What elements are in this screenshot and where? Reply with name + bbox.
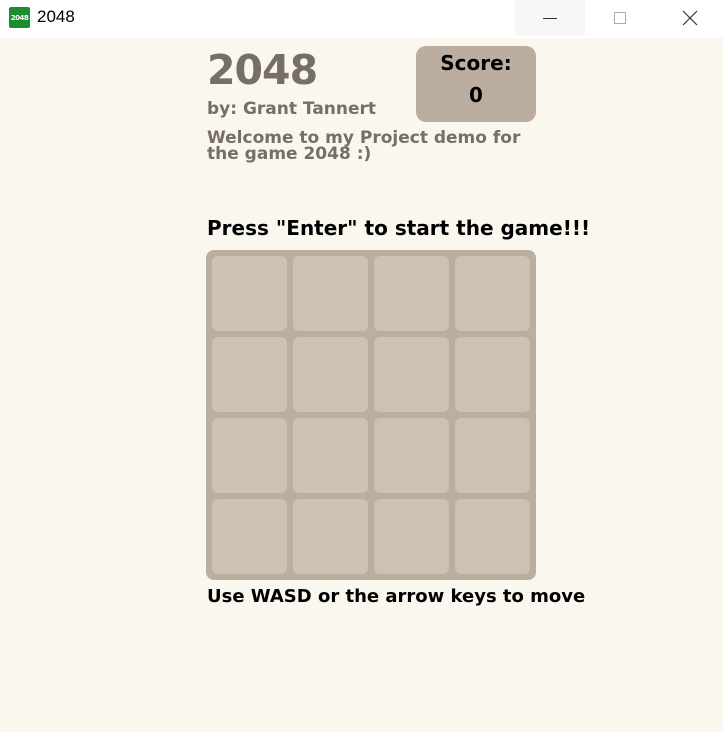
close-button[interactable]	[655, 0, 723, 36]
window-titlebar: 2048 2048	[0, 0, 723, 38]
game-board[interactable]	[206, 250, 536, 580]
score-label: Score:	[440, 51, 512, 75]
board-cell	[212, 337, 287, 412]
board-cell	[374, 499, 449, 574]
minimize-button[interactable]	[515, 0, 585, 36]
app-icon: 2048	[9, 7, 30, 28]
score-box: Score: 0	[416, 46, 536, 122]
board-cell	[293, 499, 368, 574]
minimize-icon	[543, 17, 557, 19]
board-cell	[455, 256, 530, 331]
maximize-button[interactable]	[585, 0, 655, 36]
game-title: 2048	[207, 46, 318, 94]
close-icon	[682, 10, 698, 26]
board-cell	[455, 499, 530, 574]
maximize-icon	[614, 12, 626, 24]
welcome-text: Welcome to my Project demo for the game …	[207, 128, 521, 164]
board-cell	[212, 418, 287, 493]
start-message: Press "Enter" to start the game!!!	[207, 216, 591, 240]
board-cell	[293, 337, 368, 412]
board-cell	[374, 337, 449, 412]
window-title: 2048	[37, 7, 75, 26]
board-cell	[374, 256, 449, 331]
board-cell	[374, 418, 449, 493]
board-cell	[455, 418, 530, 493]
board-cell	[212, 499, 287, 574]
board-cell	[293, 256, 368, 331]
controls-message: Use WASD or the arrow keys to move	[207, 586, 586, 607]
board-cell	[293, 418, 368, 493]
author-label: by: Grant Tannert	[207, 99, 377, 119]
score-value: 0	[469, 83, 483, 107]
board-cell	[455, 337, 530, 412]
board-cell	[212, 256, 287, 331]
